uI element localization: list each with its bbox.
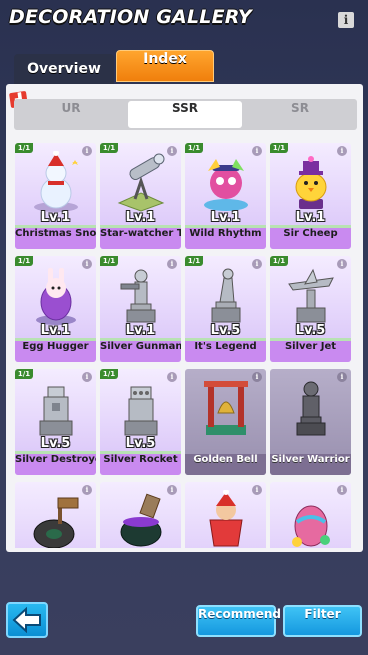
tab-overview[interactable]: Overview — [14, 54, 114, 84]
decoration-card[interactable]: 1/1 i Lv.1 Christmas Snowm — [15, 143, 96, 249]
decoration-name: Silver Gunman — [100, 341, 181, 362]
header: DECORATION GALLERY i — [0, 0, 368, 44]
count-badge: 1/1 — [15, 143, 33, 153]
filter-button[interactable]: Filter — [283, 605, 362, 637]
level-label: Lv.1 — [210, 210, 241, 225]
decoration-name: Silver Destroyer — [15, 454, 96, 475]
decoration-name: Christmas Snowm — [15, 228, 96, 249]
back-button[interactable] — [6, 602, 48, 638]
decoration-name: It's Legend — [185, 341, 266, 362]
info-icon[interactable]: i — [167, 146, 177, 156]
level-label: Lv.1 — [40, 210, 71, 225]
decoration-name: Wild Rhythm — [185, 228, 266, 249]
level-label: Lv.1 — [125, 210, 156, 225]
gallery-panel: ▟ UR SSR SR 1/1 i Lv.1 Christmas Snowm — [6, 84, 363, 552]
decoration-card[interactable]: 1/1 i Lv.5 It's Legend — [185, 256, 266, 362]
count-badge: 1/1 — [15, 369, 33, 379]
rarity-tab-ur[interactable]: UR — [14, 101, 128, 128]
count-badge: 1/1 — [270, 256, 288, 266]
decoration-card[interactable]: 1/1 i Lv.5 Silver Jet — [270, 256, 351, 362]
rarity-tab-sr[interactable]: SR — [243, 101, 357, 128]
decoration-name: Silver Jet — [270, 341, 351, 362]
destroyer-statue-icon — [39, 386, 73, 436]
count-badge: 1/1 — [100, 256, 118, 266]
tire-sign-icon — [33, 497, 79, 548]
info-icon[interactable]: i — [252, 259, 262, 269]
decoration-name: Egg Hugger — [15, 341, 96, 362]
decoration-name: Silver Warrior — [270, 454, 351, 475]
level-label: Lv.5 — [40, 436, 71, 451]
count-badge: 1/1 — [270, 143, 288, 153]
decoration-card[interactable]: 1/1 i Lv.5 Silver Rocket — [100, 369, 181, 475]
telescope-icon — [117, 153, 165, 212]
level-label: Lv.1 — [40, 323, 71, 338]
info-icon[interactable]: i — [252, 146, 262, 156]
bunny-egg-icon — [36, 268, 76, 325]
decoration-card[interactable]: i — [185, 482, 266, 548]
decoration-grid: 1/1 i Lv.1 Christmas Snowm 1/1 i Lv.1 St… — [15, 143, 353, 548]
count-badge: 1/1 — [185, 143, 203, 153]
info-icon[interactable]: i — [167, 372, 177, 382]
decoration-card[interactable]: 1/1 i Lv.1 Wild Rhythm — [185, 143, 266, 249]
level-label: Lv.1 — [125, 323, 156, 338]
back-arrow-icon — [12, 606, 41, 634]
level-label: Lv.5 — [295, 323, 326, 338]
info-icon[interactable]: i — [82, 259, 92, 269]
decoration-name: Golden Bell — [185, 454, 266, 475]
decoration-card[interactable]: 1/1 i Lv.1 Star-watcher Tel — [100, 143, 181, 249]
info-icon[interactable]: i — [337, 485, 347, 495]
count-badge: 1/1 — [185, 256, 203, 266]
decoration-card[interactable]: 1/1 i Lv.1 Sir Cheep — [270, 143, 351, 249]
info-icon[interactable]: i — [167, 259, 177, 269]
snowman-icon — [34, 151, 78, 212]
info-icon[interactable]: i — [338, 12, 354, 28]
fancy-egg-icon — [292, 505, 330, 547]
tab-index[interactable]: Index — [116, 50, 214, 82]
info-icon[interactable]: i — [337, 259, 347, 269]
chick-icon — [295, 156, 327, 209]
wild-rhythm-icon — [204, 159, 248, 211]
count-badge: 1/1 — [100, 369, 118, 379]
decoration-card[interactable]: i Golden Bell — [185, 369, 266, 475]
decoration-card[interactable]: i Silver Warrior — [270, 369, 351, 475]
gunman-statue-icon — [120, 269, 156, 323]
decoration-card[interactable]: i — [100, 482, 181, 548]
jet-statue-icon — [288, 268, 334, 323]
info-icon[interactable]: i — [82, 485, 92, 495]
rarity-filter: UR SSR SR — [14, 99, 357, 130]
info-icon[interactable]: i — [337, 146, 347, 156]
tab-bar: Overview Index — [14, 50, 274, 84]
decoration-card[interactable]: 1/1 i Lv.5 Silver Destroyer — [15, 369, 96, 475]
recommend-button[interactable]: Recommend — [196, 605, 281, 637]
level-label: Lv.1 — [295, 210, 326, 225]
page-title: DECORATION GALLERY — [9, 6, 252, 28]
decoration-name: Sir Cheep — [270, 228, 351, 249]
level-label: Lv.5 — [125, 436, 156, 451]
santa-cup-icon — [209, 490, 243, 547]
decoration-name: Silver Rocket — [100, 454, 181, 475]
level-label: Lv.5 — [210, 323, 241, 338]
count-badge: 1/1 — [15, 256, 33, 266]
info-icon[interactable]: i — [337, 372, 347, 382]
info-icon[interactable]: i — [252, 485, 262, 495]
decoration-name: Star-watcher Tel — [100, 228, 181, 249]
info-icon[interactable]: i — [82, 372, 92, 382]
decoration-card[interactable]: 1/1 i Lv.1 Silver Gunman — [100, 256, 181, 362]
info-icon[interactable]: i — [82, 146, 92, 156]
rocket-statue-icon — [124, 386, 158, 436]
decoration-card[interactable]: i — [15, 482, 96, 548]
decoration-card[interactable]: i — [270, 482, 351, 548]
legend-statue-icon — [211, 268, 241, 323]
decoration-card[interactable]: 1/1 i Lv.1 Egg Hugger — [15, 256, 96, 362]
info-icon[interactable]: i — [252, 372, 262, 382]
rarity-tab-ssr[interactable]: SSR — [128, 101, 242, 128]
count-badge: 1/1 — [100, 143, 118, 153]
info-icon[interactable]: i — [167, 485, 177, 495]
cauldron-icon — [120, 493, 162, 547]
warrior-statue-icon — [296, 381, 326, 436]
golden-bell-icon — [204, 381, 248, 435]
